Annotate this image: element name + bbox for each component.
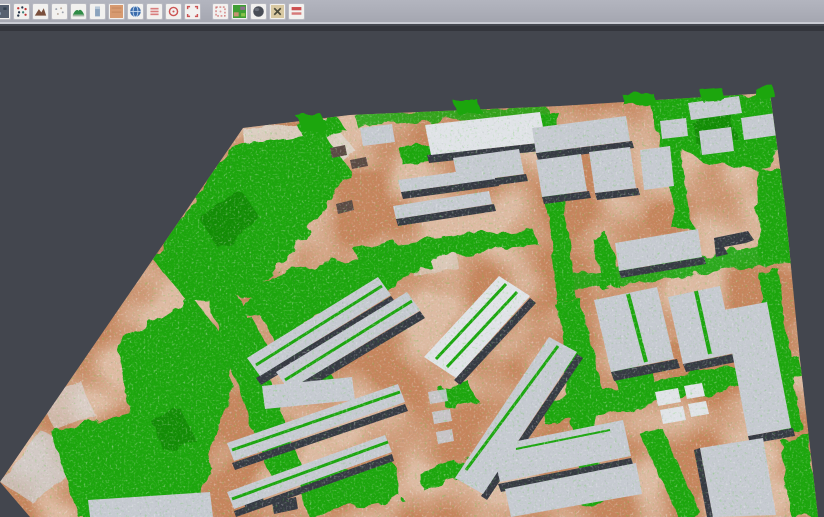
tin-surface-icon [34,5,47,18]
toolbar-button-terrain-mound[interactable] [70,3,87,20]
toolbar-button-globe-3d[interactable] [127,3,144,20]
sparse-points-icon [53,5,66,18]
clip-cross-icon [271,5,284,18]
dark-sphere-icon [252,5,265,18]
toolbar-button-ortho-image[interactable] [108,3,125,20]
point-cloud-icon [15,5,28,18]
toolbar-button-flag-tool[interactable] [288,3,305,20]
toolbar-button-red-list[interactable] [146,3,163,20]
terrain-mound-icon [72,5,85,18]
ortho-image-icon [110,5,123,18]
red-list-icon [148,5,161,18]
toolbar-button-classification-map[interactable] [231,3,248,20]
pointcloud-noise [0,80,824,517]
flag-tool-icon [290,5,303,18]
target-circle-icon [167,5,180,18]
layers-dark-icon [0,5,9,18]
application-window: { "window": { "width": 824, "height": 51… [0,0,824,517]
classification-map-icon [233,5,246,18]
toolbar-button-point-cloud[interactable] [13,3,30,20]
select-region-icon [214,5,227,18]
toolbar-button-tin-surface[interactable] [32,3,49,20]
toolbar-button-target-circle[interactable] [165,3,182,20]
toolbar-button-dark-sphere[interactable] [250,3,267,20]
profile-view-icon [91,5,104,18]
zoom-extents-icon [186,5,199,18]
globe-3d-icon [129,5,142,18]
viewport-3d[interactable] [0,24,824,517]
toolbar-button-select-region[interactable] [212,3,229,20]
toolbar-button-zoom-extents[interactable] [184,3,201,20]
toolbar-button-layers-dark[interactable] [0,3,11,20]
terrain-model [0,24,824,517]
toolbar-button-sparse-points[interactable] [51,3,68,20]
toolbar-button-profile-view[interactable] [89,3,106,20]
toolbar-button-clip-cross[interactable] [269,3,286,20]
toolbar [0,0,824,24]
